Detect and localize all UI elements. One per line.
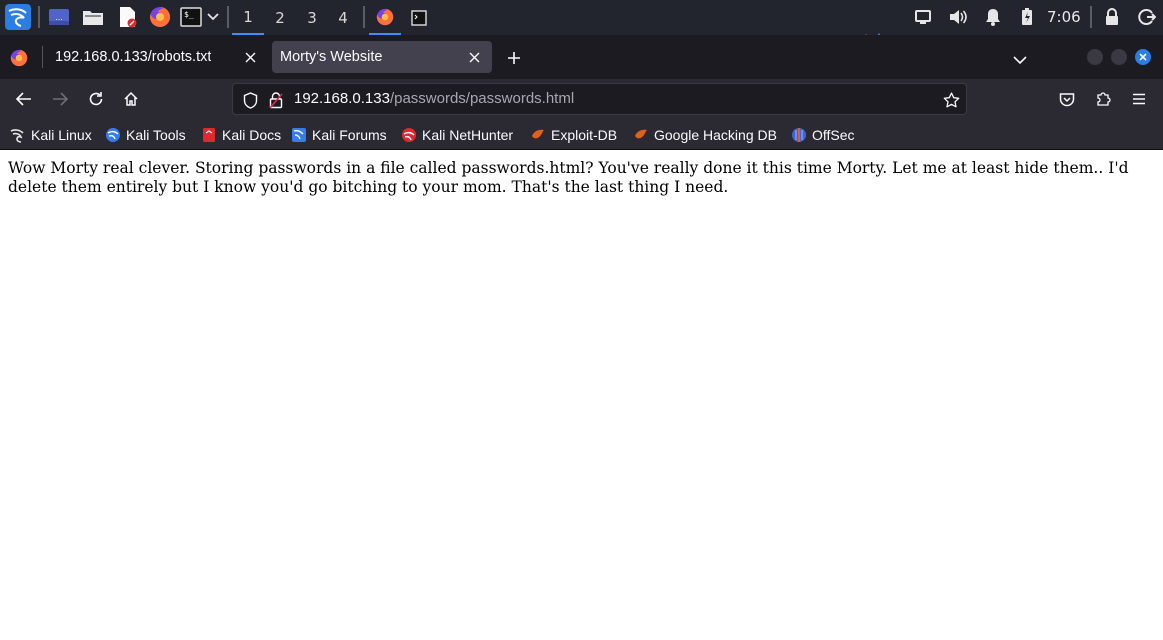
panel-separator bbox=[38, 6, 40, 28]
workspace-2[interactable]: 2 bbox=[264, 0, 296, 35]
tab-strip: 192.168.0.133/robots.txt Morty's Website bbox=[0, 35, 1163, 79]
reload-icon bbox=[89, 92, 103, 106]
workspace-3[interactable]: 3 bbox=[296, 0, 328, 35]
bookmark-label: Kali NetHunter bbox=[422, 127, 514, 143]
bookmark-google-hacking-db[interactable]: Google Hacking DB bbox=[633, 125, 777, 145]
terminal-icon bbox=[411, 9, 427, 26]
bookmark-label: Kali Docs bbox=[222, 127, 282, 143]
ghdb-icon bbox=[633, 127, 649, 143]
arrow-left-icon bbox=[16, 92, 31, 106]
top-panel: ... $_ 1 2 3 4 7:06 bbox=[0, 0, 1163, 42]
kali-tools-icon bbox=[105, 127, 121, 143]
forward-button[interactable] bbox=[45, 85, 75, 113]
bookmark-label: Google Hacking DB bbox=[654, 127, 777, 143]
list-all-tabs-button[interactable] bbox=[1012, 50, 1030, 65]
svg-text:$_: $_ bbox=[184, 10, 194, 19]
terminal-icon[interactable]: $_ bbox=[180, 6, 202, 28]
bookmark-kali-nethunter[interactable]: Kali NetHunter bbox=[401, 125, 513, 145]
battery-icon[interactable] bbox=[1016, 6, 1038, 28]
app-menu-button[interactable] bbox=[1124, 85, 1154, 113]
bookmark-label: Kali Forums bbox=[312, 127, 387, 143]
page-body-text: Wow Morty real clever. Storing passwords… bbox=[8, 159, 1129, 196]
insecure-lock-icon[interactable] bbox=[267, 91, 285, 109]
workspace-1[interactable]: 1 bbox=[232, 0, 264, 35]
kali-menu-icon[interactable] bbox=[5, 4, 31, 30]
chevron-down-icon bbox=[1013, 56, 1027, 65]
bookmark-label: OffSec bbox=[812, 127, 855, 143]
bookmark-kali-docs[interactable]: Kali Docs bbox=[201, 125, 281, 145]
back-button[interactable] bbox=[9, 85, 39, 113]
bookmark-star-icon[interactable] bbox=[942, 91, 960, 109]
close-icon[interactable] bbox=[466, 49, 482, 65]
network-activity-graph bbox=[782, 26, 906, 42]
bookmark-label: Exploit-DB bbox=[551, 127, 618, 143]
notifications-icon[interactable] bbox=[982, 6, 1004, 28]
url-text[interactable]: 192.168.0.133/passwords/passwords.html bbox=[294, 90, 574, 107]
svg-text:...: ... bbox=[55, 13, 63, 22]
navigation-toolbar: 192.168.0.133/passwords/passwords.html bbox=[0, 79, 1163, 119]
new-tab-button[interactable] bbox=[505, 49, 523, 67]
pocket-button[interactable] bbox=[1052, 85, 1082, 113]
bookmark-offsec[interactable]: OffSec bbox=[791, 125, 855, 145]
firefox-icon[interactable] bbox=[149, 6, 171, 28]
bookmark-kali-forums[interactable]: Kali Forums bbox=[291, 125, 387, 145]
panel-separator bbox=[1090, 6, 1092, 28]
shield-icon[interactable] bbox=[241, 91, 259, 109]
close-icon[interactable] bbox=[242, 49, 258, 65]
tab-title: Morty's Website bbox=[280, 49, 383, 65]
reload-button[interactable] bbox=[81, 85, 111, 113]
home-button[interactable] bbox=[116, 85, 146, 113]
bookmark-label: Kali Tools bbox=[126, 127, 186, 143]
close-icon bbox=[1139, 53, 1147, 61]
url-path: /passwords/passwords.html bbox=[389, 90, 575, 107]
exploit-db-icon bbox=[530, 127, 546, 143]
kali-docs-icon bbox=[201, 127, 217, 143]
clock[interactable]: 7:06 bbox=[1047, 8, 1081, 26]
pocket-icon bbox=[1059, 92, 1075, 106]
arrow-right-icon bbox=[53, 92, 68, 106]
kali-nethunter-icon bbox=[401, 127, 417, 143]
bookmark-exploit-db[interactable]: Exploit-DB bbox=[530, 125, 617, 145]
firefox-icon bbox=[376, 8, 394, 25]
home-icon bbox=[124, 91, 138, 106]
show-desktop-icon[interactable]: ... bbox=[48, 6, 70, 28]
puzzle-icon bbox=[1097, 92, 1111, 106]
text-editor-icon[interactable] bbox=[116, 6, 138, 28]
offsec-icon bbox=[791, 127, 807, 143]
tab-robots-txt[interactable]: 192.168.0.133/robots.txt bbox=[44, 41, 268, 73]
url-host: 192.168.0.133 bbox=[294, 90, 390, 107]
minimize-button[interactable] bbox=[1087, 49, 1103, 65]
kali-forums-icon bbox=[291, 127, 307, 143]
close-window-button[interactable] bbox=[1135, 49, 1151, 65]
hamburger-menu-icon bbox=[1133, 93, 1145, 105]
task-firefox[interactable] bbox=[369, 0, 401, 35]
url-bar[interactable]: 192.168.0.133/passwords/passwords.html bbox=[232, 83, 967, 115]
network-icon[interactable] bbox=[912, 6, 934, 28]
tab-separator bbox=[42, 46, 43, 68]
maximize-button[interactable] bbox=[1111, 49, 1127, 65]
bookmark-kali-linux[interactable]: Kali Linux bbox=[10, 125, 92, 145]
page-content: Wow Morty real clever. Storing passwords… bbox=[0, 151, 1163, 640]
firefox-view-icon[interactable] bbox=[10, 49, 28, 67]
task-terminal[interactable] bbox=[403, 0, 435, 35]
chevron-down-icon[interactable] bbox=[204, 6, 222, 28]
file-manager-icon[interactable] bbox=[82, 6, 104, 28]
lock-icon[interactable] bbox=[1101, 6, 1123, 28]
tab-title: 192.168.0.133/robots.txt bbox=[55, 49, 212, 65]
bookmark-kali-tools[interactable]: Kali Tools bbox=[105, 125, 186, 145]
extensions-button[interactable] bbox=[1088, 85, 1118, 113]
panel-separator bbox=[227, 6, 229, 28]
plus-icon bbox=[508, 52, 520, 64]
bookmark-label: Kali Linux bbox=[31, 127, 92, 143]
kali-dragon-icon bbox=[10, 127, 26, 143]
tab-mortys-website[interactable]: Morty's Website bbox=[272, 41, 492, 73]
panel-separator bbox=[363, 6, 365, 28]
volume-icon[interactable] bbox=[947, 6, 969, 28]
workspace-4[interactable]: 4 bbox=[327, 0, 359, 35]
bookmarks-toolbar: Kali Linux Kali Tools Kali Docs Kali For… bbox=[0, 119, 1163, 150]
logout-icon[interactable] bbox=[1136, 6, 1158, 28]
